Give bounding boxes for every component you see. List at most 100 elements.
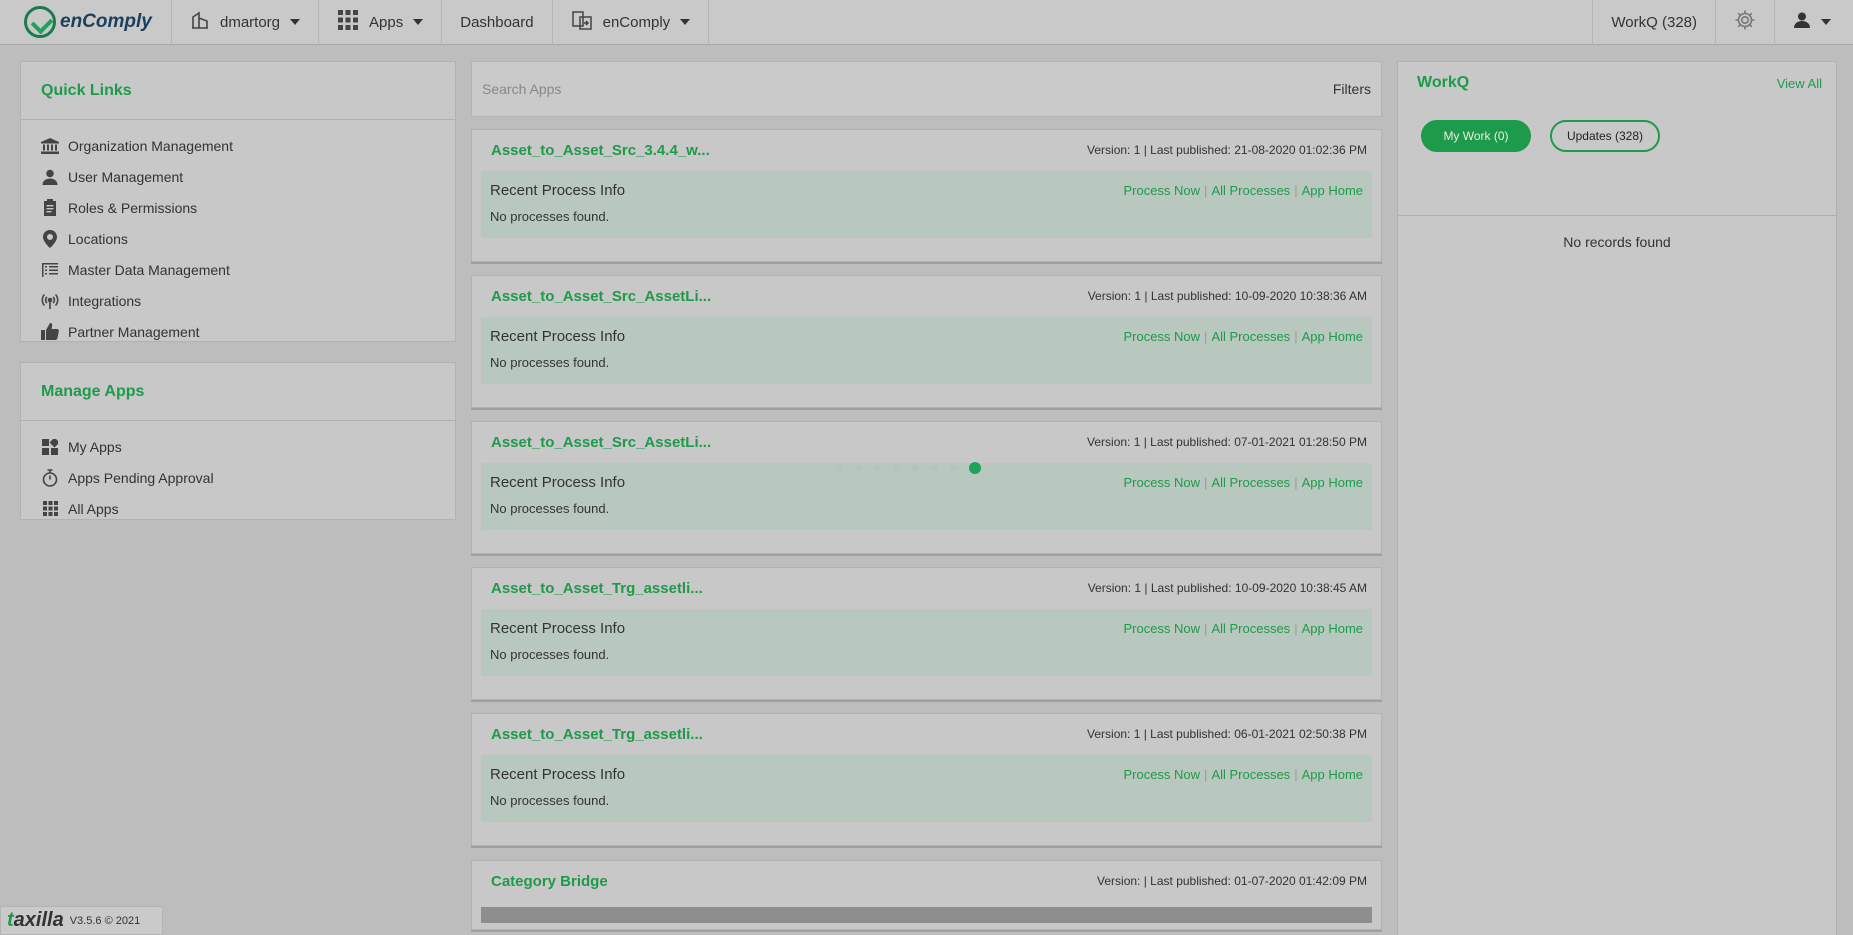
- gear-icon: [1734, 9, 1756, 35]
- workq-title: WorkQ: [1417, 74, 1470, 91]
- process-now-link[interactable]: Process Now: [1123, 621, 1200, 636]
- quick-link-roles-permissions[interactable]: Roles & Permissions: [21, 192, 455, 223]
- workq-panel: WorkQ View All My Work (0) Updates (328)…: [1397, 61, 1837, 935]
- broadcast-icon: [41, 292, 59, 310]
- all-processes-link[interactable]: All Processes: [1211, 767, 1290, 782]
- org-dropdown[interactable]: dmartorg: [172, 0, 320, 45]
- app-version-meta: Version: 1 | Last published: 10-09-2020 …: [1087, 581, 1367, 595]
- link-separator: |: [1204, 182, 1208, 198]
- apps-dropdown[interactable]: Apps: [319, 0, 443, 45]
- app-card: Asset_to_Asset_Trg_assetli... Version: 1…: [471, 713, 1382, 846]
- loader-dot: [874, 464, 881, 472]
- footer-brand: taxilla V3.5.6 © 2021: [0, 906, 163, 935]
- brand-logo[interactable]: enComply: [0, 0, 172, 45]
- app-home-link[interactable]: App Home: [1302, 767, 1363, 782]
- workq-link[interactable]: WorkQ (328): [1592, 0, 1715, 45]
- quick-link-integrations[interactable]: Integrations: [21, 285, 455, 316]
- app-home-link[interactable]: App Home: [1302, 621, 1363, 636]
- process-now-link[interactable]: Process Now: [1123, 767, 1200, 782]
- app-name-link[interactable]: Asset_to_Asset_Trg_assetli...: [491, 580, 703, 597]
- app-card: Asset_to_Asset_Src_3.4.4_w... Version: 1…: [471, 129, 1382, 262]
- process-now-link[interactable]: Process Now: [1123, 475, 1200, 490]
- app-version-meta: Version: 1 | Last published: 21-08-2020 …: [1087, 143, 1367, 157]
- loader-dot: [950, 464, 957, 472]
- recent-process-title: Recent Process Info: [490, 619, 626, 637]
- quick-link-user-management[interactable]: User Management: [21, 161, 455, 192]
- quick-link-label: Partner Management: [68, 323, 200, 340]
- taxilla-logo: taxilla: [7, 909, 64, 931]
- bank-icon: [41, 137, 59, 155]
- link-separator: |: [1294, 182, 1298, 198]
- loader-dot-active: [969, 462, 981, 474]
- all-processes-link[interactable]: All Processes: [1211, 183, 1290, 198]
- chevron-down-icon: [1821, 19, 1831, 25]
- app-version-meta: Version: 1 | Last published: 06-01-2021 …: [1087, 727, 1367, 741]
- no-processes-text: No processes found.: [490, 647, 610, 662]
- chevron-down-icon: [680, 19, 691, 25]
- settings-button[interactable]: [1715, 0, 1774, 45]
- app-version-meta: Version: | Last published: 01-07-2020 01…: [1097, 874, 1367, 888]
- app-home-link[interactable]: App Home: [1302, 475, 1363, 490]
- quick-links-panel: Quick Links Organization Management User…: [20, 61, 456, 342]
- quick-link-label: Roles & Permissions: [68, 199, 198, 216]
- link-separator: |: [1294, 766, 1298, 782]
- quick-link-locations[interactable]: Locations: [21, 223, 455, 254]
- process-now-link[interactable]: Process Now: [1123, 329, 1200, 344]
- switch-product-icon: [571, 9, 593, 35]
- user-menu[interactable]: [1774, 0, 1853, 45]
- app-name-link[interactable]: Asset_to_Asset_Src_AssetLi...: [491, 434, 711, 451]
- no-records-text: No records found: [1563, 234, 1671, 250]
- link-separator: |: [1204, 766, 1208, 782]
- all-processes-link[interactable]: All Processes: [1211, 475, 1290, 490]
- link-separator: |: [1294, 474, 1298, 490]
- app-card: Asset_to_Asset_Src_AssetLi... Version: 1…: [471, 421, 1382, 554]
- version-text: V3.5.6 © 2021: [69, 914, 141, 927]
- all-processes-link[interactable]: All Processes: [1211, 621, 1290, 636]
- search-input[interactable]: [482, 81, 1333, 97]
- recent-process-title: Recent Process Info: [490, 473, 626, 491]
- encomply-logo-icon: [24, 6, 56, 38]
- grid-list-icon: [41, 261, 59, 279]
- grid-icon: [337, 9, 359, 35]
- quick-link-label: Integrations: [68, 292, 142, 309]
- apps-label: Apps: [369, 13, 404, 31]
- user-icon: [41, 168, 59, 186]
- app-name-link[interactable]: Asset_to_Asset_Src_3.4.4_w...: [491, 142, 710, 159]
- location-pin-icon: [41, 229, 59, 248]
- chevron-down-icon: [290, 19, 301, 25]
- user-icon: [1793, 11, 1811, 33]
- quick-link-label: User Management: [68, 168, 184, 185]
- app-name-link[interactable]: Asset_to_Asset_Trg_assetli...: [491, 726, 703, 743]
- manage-apps-my-apps[interactable]: My Apps: [21, 431, 455, 462]
- app-name-link[interactable]: Asset_to_Asset_Src_AssetLi...: [491, 288, 711, 305]
- quick-link-partner-management[interactable]: Partner Management: [21, 316, 455, 347]
- app-name-link[interactable]: Category Bridge: [491, 873, 608, 890]
- recent-process-box: Recent Process Info Process Now | All Proc…: [481, 171, 1372, 238]
- dashboard-link[interactable]: Dashboard: [442, 0, 553, 45]
- recent-process-box: [481, 907, 1372, 923]
- search-bar: Filters: [471, 61, 1382, 117]
- product-name: enComply: [602, 13, 671, 31]
- manage-apps-all-apps[interactable]: All Apps: [21, 493, 455, 524]
- quick-link-organization-management[interactable]: Organization Management: [21, 130, 455, 161]
- link-separator: |: [1204, 620, 1208, 636]
- all-processes-link[interactable]: All Processes: [1211, 329, 1290, 344]
- org-name: dmartorg: [220, 13, 281, 31]
- recent-process-title: Recent Process Info: [490, 327, 626, 345]
- quick-link-label: Organization Management: [68, 137, 233, 154]
- quick-link-label: Locations: [68, 230, 128, 247]
- link-separator: |: [1294, 620, 1298, 636]
- process-now-link[interactable]: Process Now: [1123, 183, 1200, 198]
- updates-tab[interactable]: Updates (328): [1550, 120, 1660, 152]
- loader-dot: [836, 464, 843, 472]
- loader-dot: [855, 464, 862, 472]
- link-separator: |: [1204, 328, 1208, 344]
- quick-link-master-data[interactable]: Master Data Management: [21, 254, 455, 285]
- my-work-tab[interactable]: My Work (0): [1421, 120, 1531, 152]
- app-home-link[interactable]: App Home: [1302, 329, 1363, 344]
- product-switcher[interactable]: enComply: [553, 0, 710, 45]
- view-all-link[interactable]: View All: [1777, 76, 1822, 91]
- app-home-link[interactable]: App Home: [1302, 183, 1363, 198]
- manage-apps-pending-approval[interactable]: Apps Pending Approval: [21, 462, 455, 493]
- filters-button[interactable]: Filters: [1333, 81, 1371, 97]
